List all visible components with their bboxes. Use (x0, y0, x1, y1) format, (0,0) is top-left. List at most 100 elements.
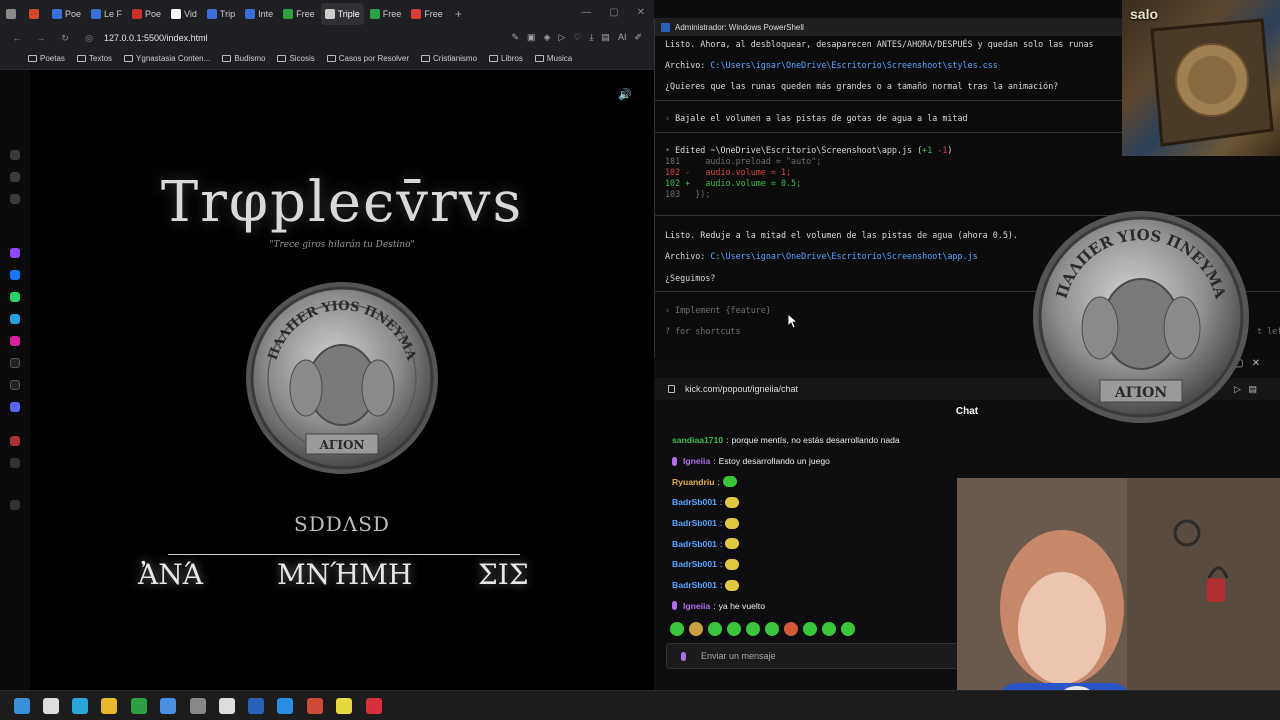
bookmark-folder[interactable]: Ygnastasia Conten... (124, 54, 210, 63)
chat-username[interactable]: BadrSb001 (672, 518, 717, 528)
draw-icon[interactable]: ✐ (634, 32, 642, 43)
whatsapp-icon[interactable] (131, 698, 147, 714)
vscode-icon[interactable] (277, 698, 293, 714)
apps-icon[interactable] (10, 172, 20, 182)
messenger-icon[interactable] (10, 270, 20, 280)
x-icon[interactable] (10, 380, 20, 390)
reading-icon[interactable] (10, 458, 20, 468)
chat-username[interactable]: Ryuandriu (672, 477, 715, 487)
new-tab-icon[interactable]: + (455, 7, 462, 21)
instagram-icon[interactable] (10, 336, 20, 346)
chat-username[interactable]: Igneiia (683, 601, 710, 611)
windows-start-icon[interactable] (14, 698, 30, 714)
close-icon[interactable]: ✕ (637, 7, 645, 18)
browser-tab[interactable]: Poe (128, 3, 165, 25)
emote-icon[interactable] (689, 622, 703, 636)
settings-icon[interactable] (10, 500, 20, 510)
store-icon[interactable] (160, 698, 176, 714)
app-icon[interactable] (190, 698, 206, 714)
chat-url[interactable]: kick.com/popout/igneiia/chat (685, 384, 798, 394)
forward-icon[interactable]: → (34, 33, 48, 43)
emote-icon[interactable] (784, 622, 798, 636)
emote-icon[interactable] (841, 622, 855, 636)
browser-tab[interactable]: Poe (48, 3, 85, 25)
chat-username[interactable]: BadrSb001 (672, 580, 717, 590)
maximize-icon[interactable]: ▢ (609, 7, 618, 18)
telegram-icon[interactable] (10, 314, 20, 324)
chat-username[interactable]: BadrSb001 (672, 559, 717, 569)
browser-tab[interactable] (2, 3, 23, 25)
shield-icon[interactable]: ◈ (544, 32, 551, 43)
close-icon[interactable]: ✕ (1252, 358, 1260, 369)
chat-username[interactable]: BadrSb001 (672, 497, 717, 507)
reload-icon[interactable]: ↻ (58, 33, 72, 44)
ai-icon[interactable]: AI (618, 32, 627, 43)
minimize-icon[interactable]: — (581, 7, 591, 18)
browser-tab[interactable]: Trip (203, 3, 239, 25)
bookmark-folder[interactable]: Cristianismo (421, 54, 477, 63)
chat-username[interactable]: sandiaa1710 (672, 435, 723, 445)
bookmark-folder[interactable]: Musica (534, 54, 573, 63)
file-path-link[interactable]: C:\Users\ignar\OneDrive\Escritorio\Scree… (710, 251, 977, 261)
bookmark-folder[interactable]: Sicosis (277, 54, 315, 63)
whatsapp-icon[interactable] (10, 292, 20, 302)
emote-icon[interactable] (803, 622, 817, 636)
back-icon[interactable]: ← (10, 33, 24, 43)
chrome-icon[interactable] (307, 698, 323, 714)
tab-favicon-icon (411, 9, 422, 19)
emote-icon[interactable] (670, 622, 684, 636)
bookmark-folder[interactable]: Casos por Resolver (326, 54, 409, 63)
bookmark-label: Musica (546, 54, 573, 63)
emote-icon[interactable] (822, 622, 836, 636)
chat-username[interactable]: Igneiia (683, 456, 710, 466)
browser-tab[interactable]: Free (407, 3, 447, 25)
prompt-input[interactable]: › Implement {feature} (665, 305, 771, 315)
file-path-link[interactable]: C:\Users\ignar\OneDrive\Escritorio\Scree… (710, 60, 997, 70)
rune-option-mneme[interactable]: ΜΝΉΜΗ (277, 558, 412, 591)
browser-tab[interactable]: Inte (241, 3, 277, 25)
extensions-icon[interactable] (10, 194, 20, 204)
emote-icon[interactable] (765, 622, 779, 636)
speaker-icon[interactable]: 🔊 (618, 88, 632, 101)
bookmark-folder[interactable]: Textos (76, 54, 112, 63)
bookmark-folder[interactable]: Budismo (222, 54, 265, 63)
chat-input[interactable]: Enviar un mensaje (666, 643, 966, 669)
edge-icon[interactable] (72, 698, 88, 714)
download-icon[interactable]: ⤓ (589, 32, 593, 43)
rune-option-ana[interactable]: ἈΝΆ (138, 558, 203, 591)
browser-tab[interactable]: Le F (87, 3, 126, 25)
discord-icon[interactable] (10, 402, 20, 412)
twitch-icon[interactable] (10, 248, 20, 258)
browser-tab[interactable]: Free (279, 3, 319, 25)
rune-option-sis[interactable]: ΣΙΣ (478, 558, 529, 591)
browser-window: Poe Le F Poe Vid Trip Inte Free Triple Free Free +… (0, 0, 654, 690)
chatgpt-icon[interactable] (219, 698, 235, 714)
browser-tab[interactable]: Triple (320, 3, 364, 25)
history-icon[interactable] (10, 150, 20, 160)
emote-icon[interactable] (708, 622, 722, 636)
file-explorer-icon[interactable] (101, 698, 117, 714)
search-icon[interactable] (43, 698, 59, 714)
screenshot-icon[interactable]: ▣ (527, 32, 536, 43)
emote-icon[interactable] (746, 622, 760, 636)
powershell-icon[interactable] (248, 698, 264, 714)
play-icon[interactable]: ▷ (558, 32, 565, 43)
notes-icon[interactable] (336, 698, 352, 714)
collections-icon[interactable]: ▤ (601, 32, 610, 43)
browser-tab[interactable] (25, 3, 46, 25)
coin-emblem[interactable]: ΠΑΛΠΕR ΥΙΟS ΠΝΕΥΜΑ ΑΓΙΟΝ (244, 280, 440, 481)
bookmark-folder[interactable]: Libros (489, 54, 523, 63)
favorite-icon[interactable]: ♡ (573, 32, 581, 43)
bookmark-folder[interactable]: Poetas (28, 54, 65, 63)
browser-tab[interactable]: Free (366, 3, 406, 25)
pin-icon[interactable]: ✎ (511, 32, 519, 43)
opera-icon[interactable] (366, 698, 382, 714)
tiktok-icon[interactable] (10, 358, 20, 368)
emote-icon[interactable] (727, 622, 741, 636)
chat-username[interactable]: BadrSb001 (672, 539, 717, 549)
url-field[interactable]: 127.0.0.1:5500/index.html (104, 33, 208, 43)
folder-icon (534, 55, 544, 62)
favorites-icon[interactable] (10, 436, 20, 446)
site-info-icon[interactable]: ◎ (82, 33, 96, 44)
browser-tab[interactable]: Vid (167, 3, 201, 25)
